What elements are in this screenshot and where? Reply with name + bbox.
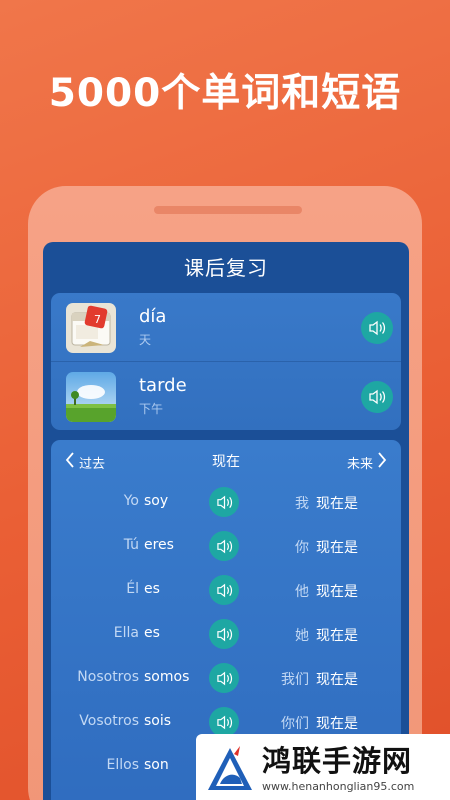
speaker-icon[interactable] [361,312,393,344]
vocab-item-tarde[interactable]: tarde 下午 [51,361,401,429]
conjugation-row: Nosotros somos 我们 现在是 [51,656,401,700]
verb-form: son [144,757,169,773]
bull-logo-icon [204,740,256,794]
verb-form: eres [144,537,174,553]
landscape-icon [66,372,116,422]
pronoun: Ella [113,625,139,641]
speaker-icon[interactable] [209,575,239,605]
tense-next-button[interactable]: 未来 [347,451,387,473]
cn-verb: 现在是 [316,628,358,644]
cn-pronoun: 我们 [281,672,309,688]
cn-verb: 现在是 [316,672,358,688]
phone-speaker [154,206,302,214]
watermark-brand: 鸿联手游网 [262,744,413,778]
tense-navigation: 过去 现在 未来 [51,440,401,480]
verb-form: es [144,625,160,641]
cn-verb: 现在是 [316,584,358,600]
app-screen: 课后复习 7 día 天 tarde 下午 过去 现在 未来 Yo soy 我 … [43,242,409,800]
speaker-icon[interactable] [209,663,239,693]
vocab-card: 7 día 天 tarde 下午 [51,293,401,430]
speaker-icon[interactable] [209,619,239,649]
pronoun: Ellos [106,757,139,773]
verb-form: somos [144,669,190,685]
cn-pronoun: 我 [295,496,309,512]
calendar-icon: 7 [66,303,116,353]
cn-verb: 现在是 [316,540,358,556]
conjugation-row: Yo soy 我 现在是 [51,480,401,524]
cn-pronoun: 他 [295,584,309,600]
tense-next-label: 未来 [346,456,373,472]
cn-pronoun: 她 [295,628,309,644]
screen-title: 课后复习 [184,256,268,280]
pronoun: Tú [123,537,139,553]
speaker-icon[interactable] [209,487,239,517]
conjugation-row: Tú eres 你 现在是 [51,524,401,568]
pronoun: Yo [123,493,139,509]
watermark-banner: 鸿联手游网 www.henanhonglian95.com [196,734,450,800]
verb-form: sois [144,713,172,729]
pronoun: Vosotros [79,713,139,729]
conjugation-row: Ella es 她 现在是 [51,612,401,656]
vocab-translation: 下午 [139,402,164,416]
cn-verb: 现在是 [316,716,358,732]
cn-pronoun: 你们 [281,716,309,732]
svg-text:7: 7 [94,313,101,326]
speaker-icon[interactable] [209,707,239,737]
vocab-word: día [139,306,167,327]
pronoun: Nosotros [77,669,139,685]
cn-verb: 现在是 [316,496,358,512]
conjugation-row: Él es 他 现在是 [51,568,401,612]
pronoun: Él [126,581,139,597]
watermark-url: www.henanhonglian95.com [262,780,415,793]
headline: 5000个单词和短语 [48,71,402,116]
cn-pronoun: 你 [295,540,309,556]
verb-form: soy [144,493,169,509]
verb-form: es [144,581,160,597]
vocab-item-dia[interactable]: 7 día 天 [51,293,401,361]
vocab-word: tarde [139,375,187,396]
vocab-translation: 天 [139,333,152,347]
speaker-icon[interactable] [209,531,239,561]
speaker-icon[interactable] [361,381,393,413]
chevron-right-icon [377,451,387,473]
